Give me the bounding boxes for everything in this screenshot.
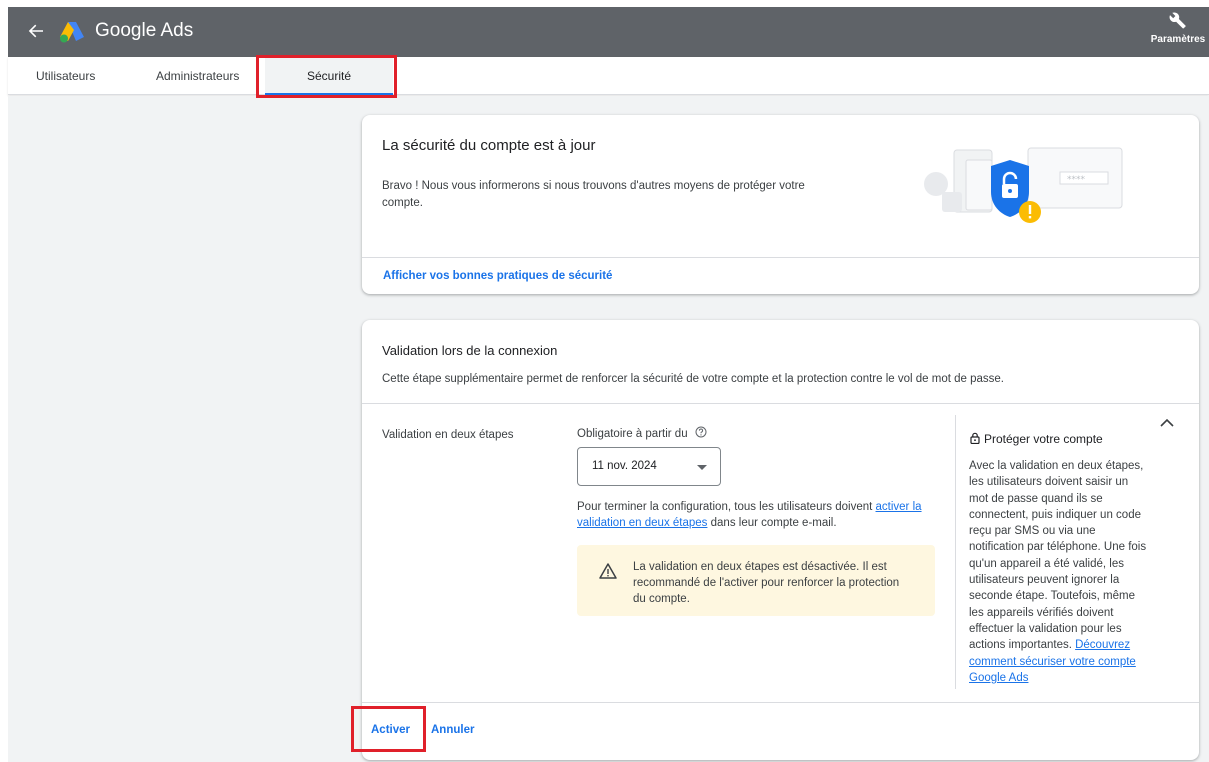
tab-administrators[interactable]: Administrateurs — [156, 57, 239, 95]
side-panel-divider — [955, 415, 956, 689]
security-status-card: La sécurité du compte est à jour Bravo !… — [362, 115, 1199, 294]
highlight-box — [351, 706, 426, 752]
login-validation-description: Cette étape supplémentaire permet de ren… — [382, 373, 1004, 385]
login-validation-card: Validation lors de la connexion Cette ét… — [362, 320, 1199, 760]
wrench-icon — [1169, 12, 1186, 29]
config-instructions: Pour terminer la configuration, tous les… — [577, 501, 922, 529]
security-status-text: Bravo ! Nous vous informerons si nous tr… — [382, 180, 805, 209]
warning-text: La validation en deux étapes est désacti… — [633, 561, 900, 605]
warning-banner: La validation en deux étapes est désacti… — [577, 545, 935, 616]
cancel-button[interactable]: Annuler — [431, 724, 474, 736]
arrow-left-icon[interactable] — [26, 21, 46, 41]
highlight-box — [256, 55, 397, 98]
protect-account-text: Avec la validation en deux étapes, les u… — [969, 460, 1147, 684]
date-dropdown[interactable]: 11 nov. 2024 — [577, 447, 721, 486]
login-validation-title: Validation lors de la connexion — [382, 343, 558, 358]
protect-account-title: Protéger votre compte — [984, 432, 1103, 446]
dropdown-arrow-icon — [697, 465, 707, 470]
svg-text:****: **** — [1067, 175, 1086, 185]
app-title: Google Ads — [95, 20, 194, 41]
tab-users[interactable]: Utilisateurs — [36, 57, 95, 95]
security-illustration-icon: **** — [924, 147, 1123, 223]
settings-label: Paramètres — [1150, 34, 1206, 45]
security-status-title: La sécurité du compte est à jour — [382, 137, 596, 154]
date-dropdown-value: 11 nov. 2024 — [592, 460, 657, 472]
required-from-label: Obligatoire à partir du — [577, 428, 688, 440]
warning-triangle-icon — [599, 563, 617, 579]
divider — [362, 702, 1199, 703]
settings-button[interactable]: Paramètres — [1147, 10, 1209, 54]
help-circle-icon[interactable] — [695, 426, 707, 438]
two-step-label: Validation en deux étapes — [382, 429, 514, 441]
tab-bar: Utilisateurs Administrateurs Sécurité — [8, 57, 1209, 95]
divider — [362, 403, 1199, 404]
google-ads-logo-icon — [60, 22, 84, 43]
divider — [362, 257, 1199, 258]
security-best-practices-link[interactable]: Afficher vos bonnes pratiques de sécurit… — [383, 270, 612, 282]
top-app-bar: Google Ads Paramètres — [8, 7, 1209, 57]
chevron-up-icon[interactable] — [1160, 418, 1174, 427]
